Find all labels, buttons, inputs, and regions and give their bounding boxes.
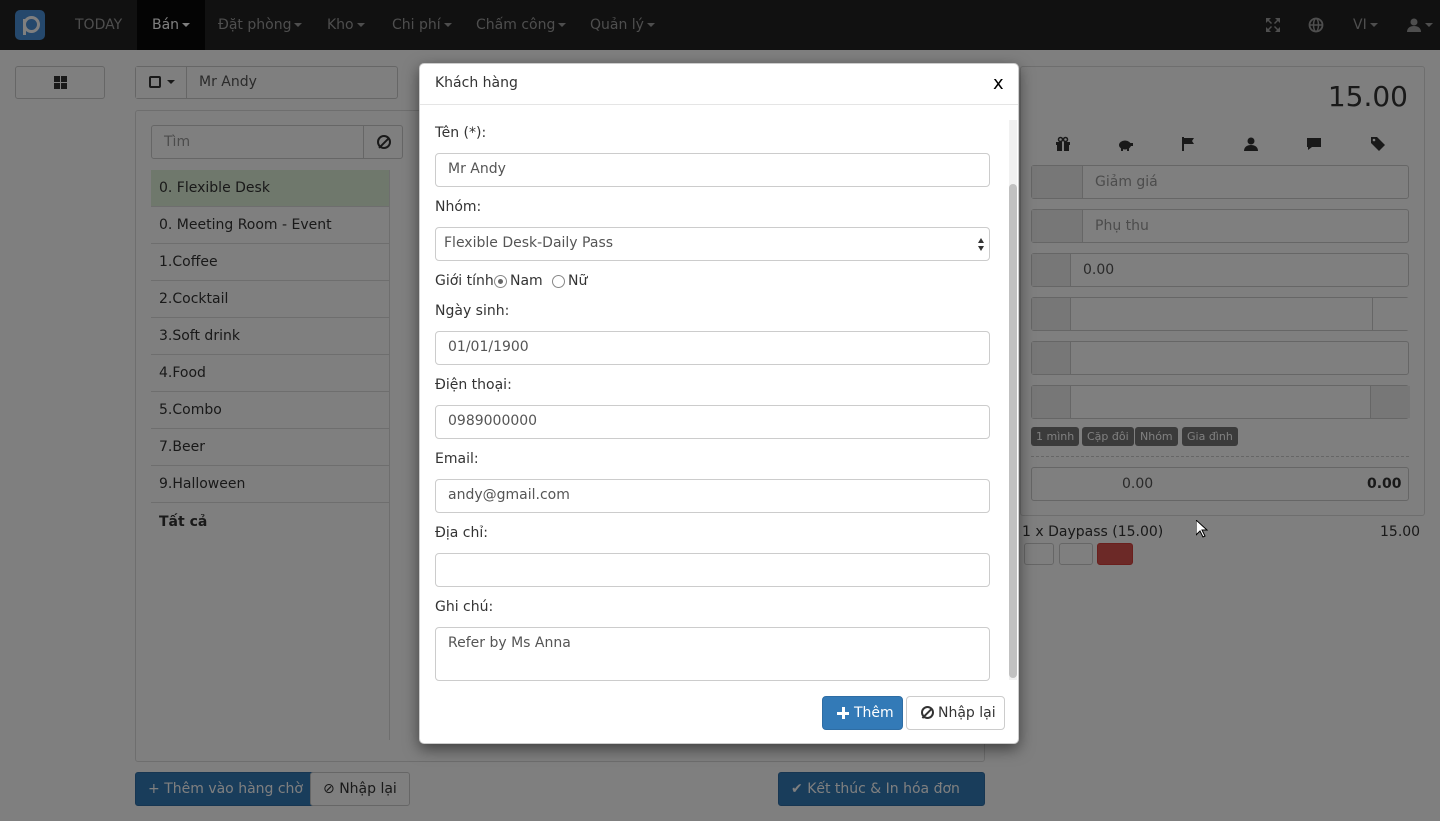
customer-modal: Khách hàng x Tên (*): Mr Andy Nhóm: Flex… — [419, 63, 1019, 744]
reset-form-label: Nhập lại — [938, 705, 996, 721]
modal-title: Khách hàng — [435, 75, 518, 91]
phone-input[interactable]: 0989000000 — [435, 405, 990, 439]
email-input[interactable]: andy@gmail.com — [435, 479, 990, 513]
dob-label: Ngày sinh: — [435, 303, 510, 319]
note-label: Ghi chú: — [435, 599, 494, 615]
gender-label: Giới tính: — [435, 273, 499, 289]
gender-female-label[interactable]: Nữ — [568, 273, 587, 289]
address-label: Địa chỉ: — [435, 525, 488, 541]
group-select[interactable]: Flexible Desk-Daily Pass — [435, 227, 990, 261]
name-label: Tên (*): — [435, 125, 487, 141]
address-input[interactable] — [435, 553, 990, 587]
dob-input[interactable]: 01/01/1900 — [435, 331, 990, 365]
group-label: Nhóm: — [435, 199, 482, 215]
reset-form-button[interactable]: Nhập lại — [906, 696, 1005, 730]
modal-header: Khách hàng x — [420, 64, 1018, 105]
plus-icon — [837, 707, 849, 719]
gender-male-label[interactable]: Nam — [510, 273, 543, 289]
add-customer-button[interactable]: Thêm — [822, 696, 903, 730]
select-arrows-icon — [978, 238, 984, 252]
name-input[interactable]: Mr Andy — [435, 153, 990, 187]
gender-male-radio[interactable] — [494, 275, 507, 288]
mouse-cursor-icon — [1196, 520, 1208, 538]
close-button[interactable]: x — [993, 73, 1004, 94]
note-textarea[interactable]: Refer by Ms Anna — [435, 627, 990, 681]
scrollbar-thumb[interactable] — [1009, 184, 1017, 678]
ban-icon — [921, 706, 934, 719]
gender-female-radio[interactable] — [552, 275, 565, 288]
add-customer-label: Thêm — [854, 705, 894, 721]
email-label: Email: — [435, 451, 479, 467]
phone-label: Điện thoại: — [435, 377, 512, 393]
group-selected-value: Flexible Desk-Daily Pass — [444, 235, 614, 251]
